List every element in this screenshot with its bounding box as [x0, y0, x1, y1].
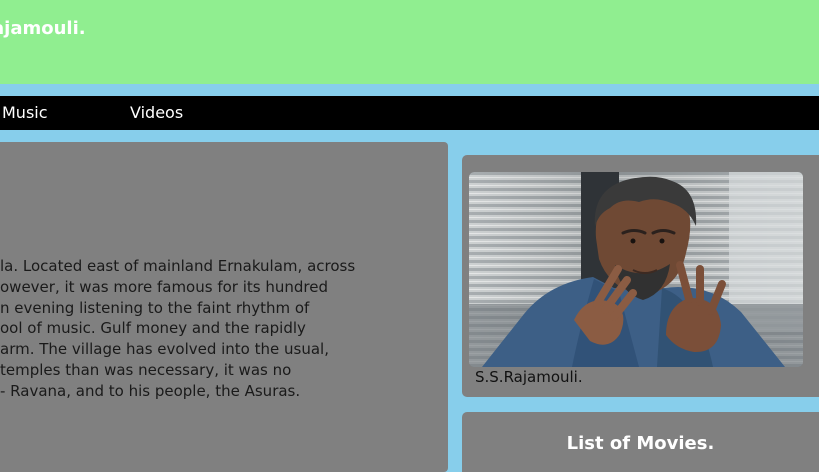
- nav-link-music[interactable]: Music: [2, 103, 48, 122]
- article-text: la. Located east of mainland Ernakulam, …: [0, 256, 355, 402]
- article-panel: la. Located east of mainland Ernakulam, …: [0, 142, 448, 472]
- profile-photo-illustration: [469, 172, 803, 367]
- main-nav: Music Videos: [0, 96, 819, 130]
- profile-panel: S.S.Rajamouli.: [462, 155, 819, 397]
- article-line: la. Located east of mainland Ernakulam, …: [0, 257, 356, 275]
- site-title: ajamouli.: [0, 18, 86, 39]
- article-line: owever, it was more famous for its hundr…: [0, 277, 328, 296]
- article-line: arm. The village has evolved into the us…: [0, 340, 329, 359]
- article-line: - Ravana, and to his people, the Asuras.: [0, 381, 301, 400]
- article-line: temples than was necessary, it was no: [0, 360, 292, 379]
- profile-caption: S.S.Rajamouli.: [475, 368, 583, 386]
- article-line: ool of music. Gulf money and the rapidly: [0, 319, 306, 338]
- article-line: n evening listening to the faint rhythm …: [0, 298, 310, 317]
- movies-title: List of Movies.: [566, 433, 715, 454]
- profile-photo: [469, 172, 803, 367]
- movies-panel: List of Movies.: [462, 412, 819, 472]
- nav-link-videos[interactable]: Videos: [130, 103, 183, 122]
- site-header: ajamouli.: [0, 0, 819, 84]
